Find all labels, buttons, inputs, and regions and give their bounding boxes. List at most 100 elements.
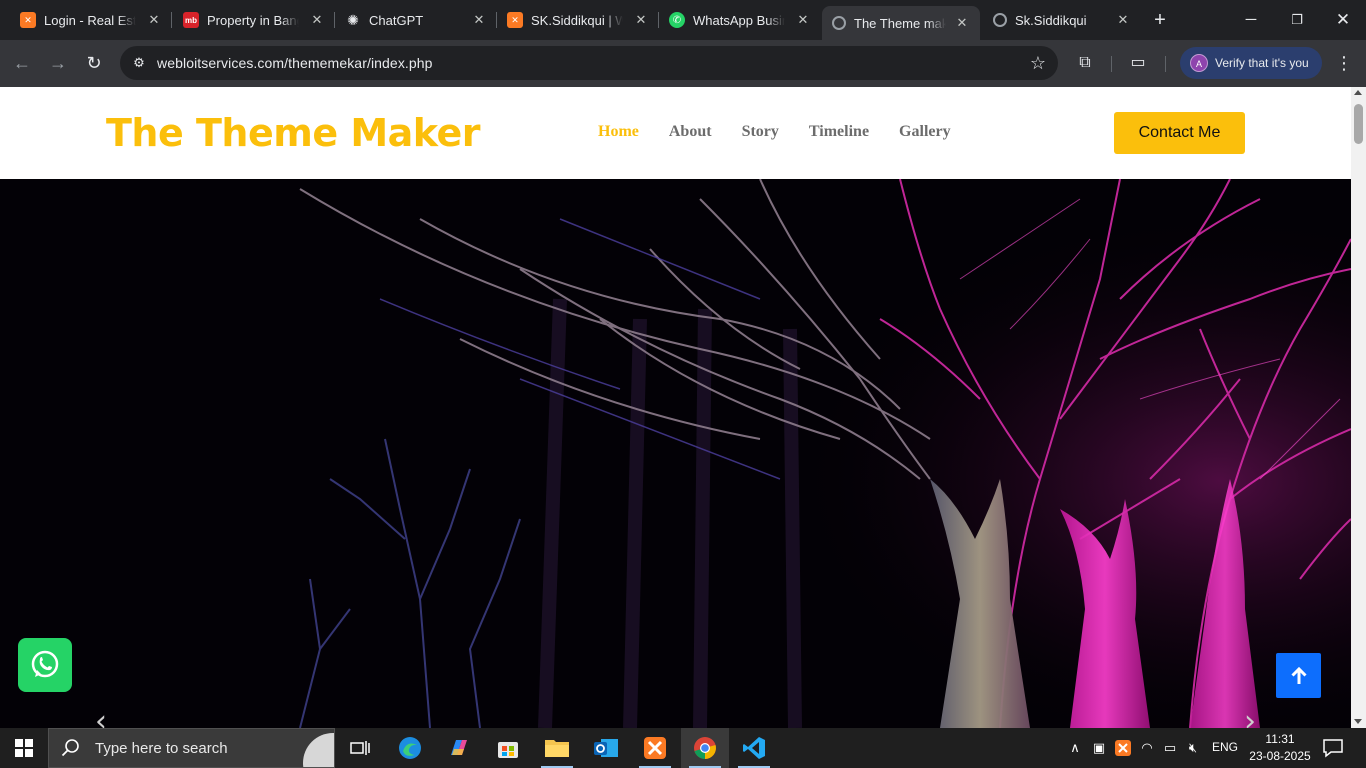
xampp-icon [644,737,666,759]
taskbar-xampp[interactable] [631,728,679,768]
notification-icon [1323,739,1343,758]
browser-tab-theme-maker[interactable]: The Theme maker ✕ [822,6,980,40]
extensions-icon[interactable]: ⧉ [1075,53,1095,73]
globe-icon [832,16,846,30]
folder-icon [545,740,569,757]
tab-title: Login - Real Estate [44,12,136,28]
close-icon[interactable]: ✕ [146,12,162,28]
carousel-prev-icon[interactable]: ‹ [89,707,113,729]
carousel-next-icon[interactable]: › [1238,707,1262,729]
nav-about[interactable]: About [669,123,712,141]
tab-title: ChatGPT [369,12,424,28]
globe-icon [993,13,1007,27]
browser-toolbar: ← → ↻ ⚙ webloitservices.com/thememekar/i… [0,40,1366,87]
nav-home[interactable]: Home [598,123,639,141]
meet-now-icon[interactable]: ▣ [1090,738,1108,758]
clock-date: 23-08-2025 [1249,749,1311,763]
bookmark-star-icon[interactable]: ☆ [1030,52,1046,74]
tab-title: WhatsApp Business [693,12,785,28]
copilot-icon [451,740,467,755]
edge-icon [399,737,421,759]
browser-tab-login[interactable]: ✕ Login - Real Estate ✕ [0,0,172,40]
back-button[interactable]: ← [11,52,33,74]
battery-icon[interactable]: ▭ [1161,738,1179,758]
close-icon[interactable]: ✕ [954,15,970,31]
browser-tab-sk-siddikqui[interactable]: Sk.Siddikqui ✕ [983,0,1141,40]
start-button[interactable] [0,728,48,768]
hero-image-night-trees [0,179,1351,728]
nav-timeline[interactable]: Timeline [809,123,869,141]
nav-story[interactable]: Story [742,123,779,141]
site-nav: Home About Story Timeline Gallery [598,123,981,141]
verify-identity-button[interactable]: A Verify that it's you [1180,47,1322,79]
whatsapp-icon [31,650,59,678]
taskbar-copilot[interactable] [435,728,483,768]
close-icon[interactable]: ✕ [1115,12,1131,28]
page-scrollbar[interactable] [1351,87,1366,728]
task-view-icon [350,741,370,755]
taskbar-file-explorer[interactable] [533,728,581,768]
site-info-icon[interactable]: ⚙ [130,54,148,72]
windows-taskbar: Type here to search ∧ ▣ ◠ ▭ 🔇︎ ENG 11:31… [0,728,1366,768]
restore-button[interactable]: ❐ [1274,0,1320,40]
close-window-button[interactable]: ✕ [1320,0,1366,40]
browser-tab-sk-siddikqui-web[interactable]: ✕ SK.Siddikqui | Web ✕ [487,0,659,40]
close-icon[interactable]: ✕ [471,12,487,28]
scrollbar-thumb[interactable] [1354,104,1363,144]
task-view-button[interactable] [336,728,384,768]
browser-tab-chatgpt[interactable]: ✺ ChatGPT ✕ [325,0,497,40]
taskbar-store[interactable] [484,728,532,768]
profile-avatar: A [1190,54,1208,72]
browser-tab-whatsapp[interactable]: ✆ WhatsApp Business ✕ [649,0,821,40]
toolbar-separator [1165,56,1166,72]
cast-icon[interactable]: ▭ [1128,53,1148,73]
input-language[interactable]: ENG [1212,740,1238,754]
taskbar-edge[interactable] [386,728,434,768]
tab-title: The Theme maker [854,15,946,31]
url-text[interactable]: webloitservices.com/thememekar/index.php [157,55,433,71]
minimize-button[interactable]: ─ [1228,0,1274,40]
tab-title: Property in Bangalore [207,12,299,28]
taskbar-vscode[interactable] [730,728,778,768]
wifi-icon[interactable]: ◠ [1138,738,1156,758]
windows-logo-icon [15,739,33,757]
nav-gallery[interactable]: Gallery [899,123,951,141]
new-tab-button[interactable]: + [1150,10,1170,30]
reload-button[interactable]: ↻ [83,52,105,74]
browser-tab-strip: ✕ Login - Real Estate ✕ mb Property in B… [0,0,1366,40]
hero-carousel: ‹ › [0,179,1351,728]
notification-center-button[interactable] [1322,737,1344,759]
show-hidden-icons-chevron-icon[interactable]: ∧ [1066,738,1084,758]
volume-muted-icon[interactable]: 🔇︎ [1184,738,1202,758]
scroll-down-arrow-icon[interactable] [1354,719,1362,724]
site-brand[interactable]: The Theme Maker [106,111,481,155]
search-highlight-image [303,733,334,767]
scroll-to-top-button[interactable] [1276,653,1321,698]
chatgpt-icon: ✺ [347,11,359,28]
xampp-icon: ✕ [507,12,523,28]
search-placeholder: Type here to search [95,739,228,757]
browser-tab-property[interactable]: mb Property in Bangalore ✕ [163,0,335,40]
taskbar-outlook[interactable] [582,728,630,768]
close-icon[interactable]: ✕ [795,12,811,28]
taskbar-chrome[interactable] [681,728,729,768]
xampp-tray-icon[interactable] [1114,738,1132,758]
vscode-icon [743,737,765,759]
contact-me-button[interactable]: Contact Me [1114,112,1245,154]
menu-kebab-icon[interactable]: ⋮ [1334,53,1354,73]
system-clock[interactable]: 11:31 23-08-2025 [1248,731,1312,765]
close-icon[interactable]: ✕ [633,12,649,28]
site-header: The Theme Maker Home About Story Timelin… [0,87,1351,179]
tab-title: Sk.Siddikqui [1015,12,1087,28]
address-bar[interactable]: ⚙ webloitservices.com/thememekar/index.p… [120,46,1058,80]
forward-button[interactable]: → [47,52,69,74]
whatsapp-float-button[interactable] [18,638,72,692]
page-viewport: The Theme Maker Home About Story Timelin… [0,87,1351,728]
taskbar-search-box[interactable]: Type here to search [48,728,335,768]
toolbar-separator [1111,56,1112,72]
close-icon[interactable]: ✕ [309,12,325,28]
store-icon [498,742,518,758]
xampp-icon: ✕ [20,12,36,28]
scroll-up-arrow-icon[interactable] [1354,90,1362,95]
chrome-icon [694,737,716,759]
